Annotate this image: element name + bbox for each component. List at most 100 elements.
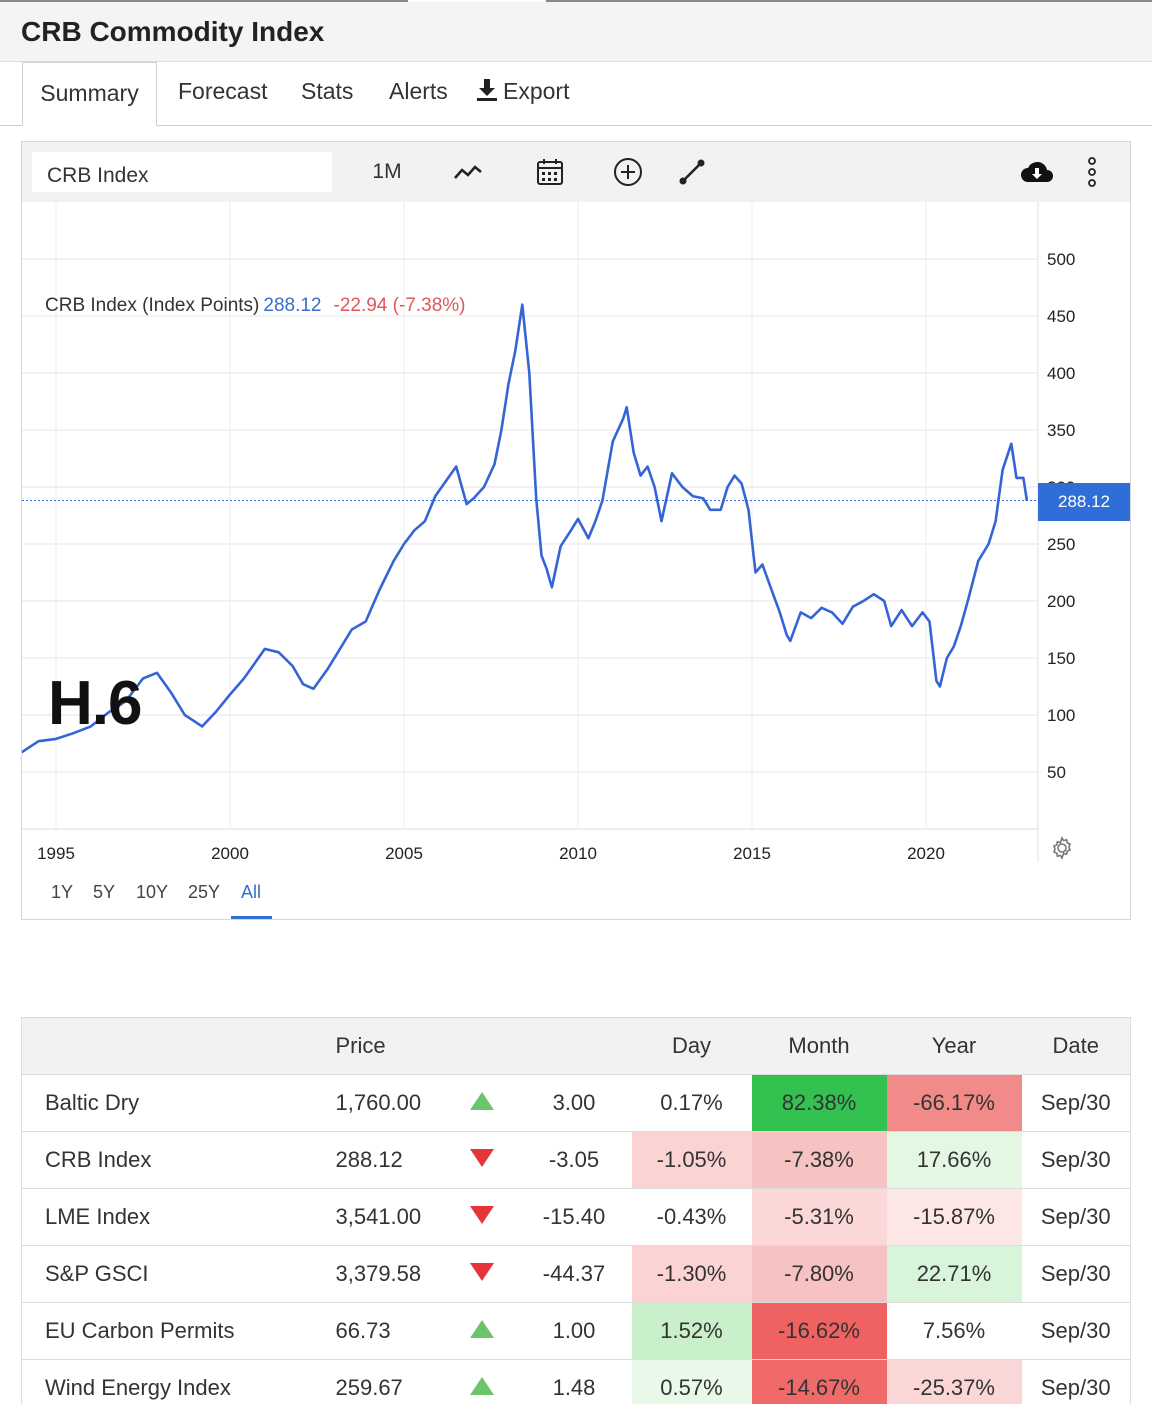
row-year-pct: 17.66% (886, 1131, 1022, 1189)
row-name[interactable]: Wind Energy Index (21, 1359, 314, 1404)
y-tick-label: 500 (1047, 250, 1075, 269)
row-date: Sep/30 (1021, 1131, 1131, 1189)
tab-alerts[interactable]: Alerts (389, 78, 448, 105)
row-day-pct: 0.57% (631, 1359, 752, 1404)
range-5y[interactable]: 5Y (93, 882, 115, 903)
range-25y[interactable]: 25Y (188, 882, 220, 903)
chart-plot[interactable]: 5010015020025030035040045050019952000200… (22, 202, 1130, 922)
cloud-download-icon[interactable] (1017, 154, 1057, 190)
draw-line-icon[interactable] (674, 154, 710, 190)
series-line-crb-index[interactable] (22, 303, 1029, 754)
row-day-pct: 0.17% (631, 1074, 752, 1132)
table-row[interactable]: Baltic Dry 1,760.00 3.00 0.17% 82.38% -66.17%… (21, 1074, 1131, 1132)
x-tick-label: 2020 (907, 844, 945, 863)
table-row[interactable]: LME Index 3,541.00 -15.40 -0.43% -5.31% -15.8… (21, 1188, 1131, 1246)
tab-stats-label: Stats (301, 78, 354, 104)
chart-toolbar: CRB Index 1M (22, 142, 1130, 202)
row-month-pct: -5.31% (751, 1188, 887, 1246)
arrow-up-icon (469, 1092, 494, 1110)
row-day-pct: -1.30% (631, 1245, 752, 1303)
table-row[interactable]: S&P GSCI 3,379.58 -44.37 -1.30% -7.80% 22.71%… (21, 1245, 1131, 1303)
range-1y[interactable]: 1Y (51, 882, 73, 903)
tab-forecast[interactable]: Forecast (178, 78, 267, 105)
download-icon (477, 79, 497, 107)
row-date: Sep/30 (1021, 1245, 1131, 1303)
col-header-price: Price (313, 1017, 447, 1075)
page-title: CRB Commodity Index (21, 16, 325, 47)
table-row[interactable]: Wind Energy Index 259.67 1.48 0.57% -14.67% -… (21, 1359, 1131, 1404)
y-tick-label: 250 (1047, 535, 1075, 554)
period-selector[interactable]: 1M (367, 154, 407, 190)
row-date: Sep/30 (1021, 1188, 1131, 1246)
y-tick-label: 150 (1047, 649, 1075, 668)
row-name[interactable]: Baltic Dry (21, 1074, 314, 1132)
row-price: 259.67 (313, 1359, 447, 1404)
legend-last-value: 288.12 (263, 295, 322, 316)
row-direction-arrow (446, 1245, 517, 1303)
arrow-up-icon (469, 1377, 494, 1395)
col-header-year: Year (886, 1017, 1022, 1075)
col-header-date: Date (1021, 1017, 1131, 1075)
row-name[interactable]: CRB Index (21, 1131, 314, 1189)
row-price: 3,541.00 (313, 1188, 447, 1246)
table-row[interactable]: CRB Index 288.12 -3.05 -1.05% -7.38% 17.66% Se… (21, 1131, 1131, 1189)
col-header-change (516, 1017, 632, 1075)
col-header-name (21, 1017, 314, 1075)
x-tick-label: 1995 (37, 844, 75, 863)
title-bar: CRB Commodity Index (0, 2, 1152, 62)
row-year-pct: -15.87% (886, 1188, 1022, 1246)
line-chart-icon[interactable] (450, 154, 486, 190)
row-month-pct: -14.67% (751, 1359, 887, 1404)
table-row[interactable]: EU Carbon Permits 66.73 1.00 1.52% -16.62% 7.… (21, 1302, 1131, 1360)
y-tick-label: 400 (1047, 364, 1075, 383)
row-name[interactable]: S&P GSCI (21, 1245, 314, 1303)
range-all[interactable]: All (241, 882, 261, 903)
row-year-pct: 22.71% (886, 1245, 1022, 1303)
watermark-text: H.6 (48, 669, 142, 738)
y-tick-label: 450 (1047, 307, 1075, 326)
row-day-pct: -1.05% (631, 1131, 752, 1189)
row-month-pct: -7.38% (751, 1131, 887, 1189)
arrow-down-icon (469, 1149, 494, 1167)
y-tick-label: 100 (1047, 706, 1075, 725)
tab-summary-label: Summary (40, 80, 139, 106)
tab-export-label: Export (503, 78, 570, 104)
row-date: Sep/30 (1021, 1074, 1131, 1132)
chart-legend: CRB Index (Index Points) 288.12 -22.94 (-7… (45, 295, 466, 317)
last-value-badge: 288.12 (1038, 483, 1130, 521)
tab-stats[interactable]: Stats (301, 78, 353, 105)
add-circle-icon[interactable] (610, 154, 646, 190)
x-tick-label: 2005 (385, 844, 423, 863)
table-header-row: Price Day Month Year Date (21, 1017, 1131, 1075)
row-name[interactable]: LME Index (21, 1188, 314, 1246)
tab-export[interactable]: Export (477, 78, 569, 107)
row-month-pct: -7.80% (751, 1245, 887, 1303)
col-header-day: Day (631, 1017, 752, 1075)
x-tick-label: 2010 (559, 844, 597, 863)
legend-series-name: CRB Index (Index Points) (45, 295, 260, 316)
row-change: 1.48 (516, 1359, 632, 1404)
row-change: 1.00 (516, 1302, 632, 1360)
range-10y[interactable]: 10Y (136, 882, 168, 903)
row-direction-arrow (446, 1074, 517, 1132)
col-header-arrow (446, 1017, 517, 1075)
x-tick-label: 2000 (211, 844, 249, 863)
arrow-down-icon (469, 1263, 494, 1281)
calendar-icon[interactable] (532, 154, 568, 190)
settings-gear-icon[interactable] (1050, 836, 1074, 865)
row-price: 3,379.58 (313, 1245, 447, 1303)
row-name[interactable]: EU Carbon Permits (21, 1302, 314, 1360)
col-header-month: Month (751, 1017, 887, 1075)
row-day-pct: 1.52% (631, 1302, 752, 1360)
tab-summary[interactable]: Summary (22, 62, 157, 126)
y-tick-label: 350 (1047, 421, 1075, 440)
row-year-pct: -66.17% (886, 1074, 1022, 1132)
row-day-pct: -0.43% (631, 1188, 752, 1246)
y-tick-label: 200 (1047, 592, 1075, 611)
tab-alerts-label: Alerts (389, 78, 448, 104)
arrow-up-icon (469, 1320, 494, 1338)
row-date: Sep/30 (1021, 1302, 1131, 1360)
range-active-indicator (231, 916, 272, 919)
symbol-input[interactable]: CRB Index (32, 152, 332, 192)
more-vertical-icon[interactable] (1082, 154, 1102, 190)
